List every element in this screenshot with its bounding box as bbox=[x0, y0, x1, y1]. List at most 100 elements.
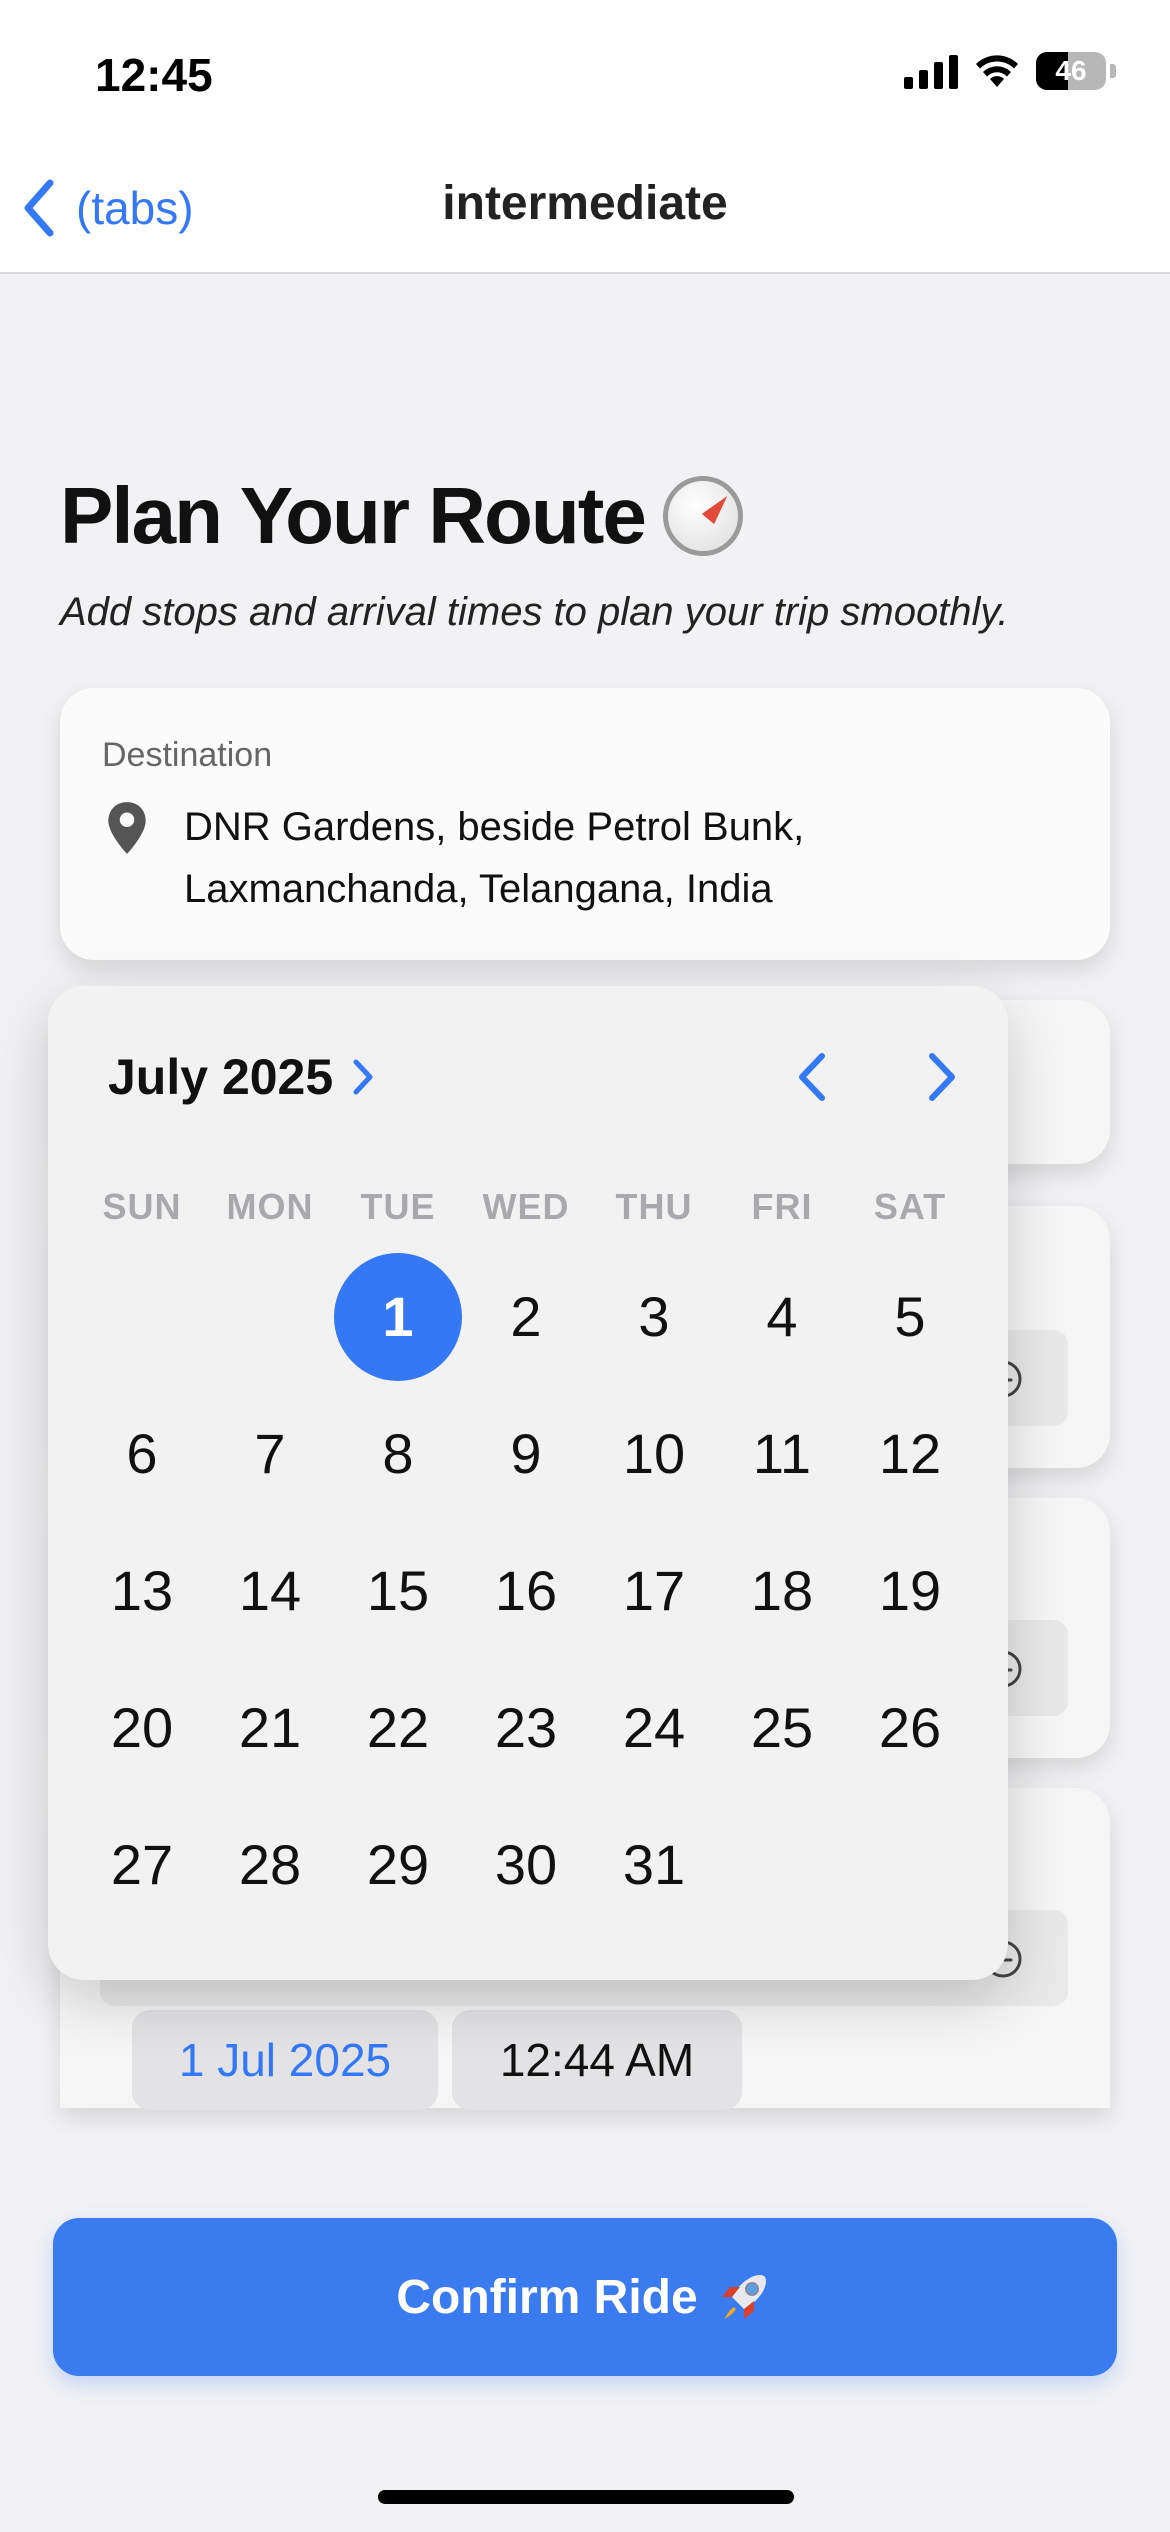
weekday-label: SAT bbox=[873, 1186, 947, 1227]
calendar-day[interactable]: 11 bbox=[718, 1385, 846, 1522]
calendar-day[interactable]: 25 bbox=[718, 1659, 846, 1796]
calendar-day[interactable]: 26 bbox=[846, 1659, 974, 1796]
weekday-label: THU bbox=[615, 1186, 693, 1227]
calendar-day[interactable]: 4 bbox=[718, 1248, 846, 1385]
empty-day-cell bbox=[78, 1248, 206, 1385]
calendar-day-number: 27 bbox=[110, 1833, 174, 1896]
calendar-day-number: 30 bbox=[494, 1833, 558, 1896]
calendar-day[interactable]: 3 bbox=[590, 1248, 718, 1385]
calendar-day[interactable]: 18 bbox=[718, 1522, 846, 1659]
calendar-day[interactable]: 29 bbox=[334, 1796, 462, 1933]
calendar-day[interactable]: 16 bbox=[462, 1522, 590, 1659]
calendar-day-number: 2 bbox=[510, 1285, 542, 1348]
chevron-left-icon bbox=[799, 1053, 825, 1101]
calendar-day[interactable]: 19 bbox=[846, 1522, 974, 1659]
wifi-icon bbox=[976, 55, 1018, 87]
calendar-day[interactable]: 21 bbox=[206, 1659, 334, 1796]
calendar-day-number: 29 bbox=[366, 1833, 430, 1896]
rocket-icon bbox=[721, 2275, 766, 2319]
calendar-day[interactable]: 22 bbox=[334, 1659, 462, 1796]
battery-level: 46 bbox=[1055, 55, 1087, 86]
calendar-day-number: 16 bbox=[494, 1559, 558, 1622]
calendar-day[interactable]: 20 bbox=[78, 1659, 206, 1796]
confirm-ride-label: Confirm Ride bbox=[396, 2270, 698, 2324]
calendar-day[interactable]: 24 bbox=[590, 1659, 718, 1796]
calendar-day[interactable]: 2 bbox=[462, 1248, 590, 1385]
month-year-selector[interactable]: July 2025 bbox=[108, 1048, 375, 1106]
weekday-label: WED bbox=[482, 1186, 570, 1227]
calendar-day[interactable]: 1 bbox=[334, 1248, 462, 1385]
compass-icon bbox=[662, 476, 743, 556]
confirm-ride-button[interactable]: Confirm Ride bbox=[53, 2218, 1117, 2376]
calendar-day-number: 7 bbox=[254, 1422, 286, 1485]
calendar-day[interactable]: 13 bbox=[78, 1522, 206, 1659]
month-label: July 2025 bbox=[108, 1049, 334, 1105]
calendar-day[interactable]: 27 bbox=[78, 1796, 206, 1933]
home-indicator bbox=[378, 2490, 794, 2504]
battery-cap bbox=[1110, 64, 1116, 78]
cellular-signal-icon bbox=[904, 53, 958, 89]
calendar-day[interactable]: 7 bbox=[206, 1385, 334, 1522]
destination-card[interactable]: Destination DNR Gardens, beside Petrol B… bbox=[60, 688, 1110, 960]
calendar-day[interactable]: 23 bbox=[462, 1659, 590, 1796]
calendar-day-number: 3 bbox=[638, 1285, 670, 1348]
empty-day-cell bbox=[206, 1248, 334, 1385]
status-time: 12:45 bbox=[95, 49, 213, 101]
calendar-day-number: 23 bbox=[494, 1696, 558, 1759]
calendar-day-number: 21 bbox=[238, 1696, 302, 1759]
destination-label: Destination bbox=[102, 736, 273, 774]
previous-month-button[interactable] bbox=[778, 1042, 848, 1112]
calendar-day-number: 20 bbox=[110, 1696, 174, 1759]
calendar-day-number: 31 bbox=[622, 1833, 686, 1896]
calendar-day[interactable]: 10 bbox=[590, 1385, 718, 1522]
date-picker-chip[interactable]: 1 Jul 2025 bbox=[132, 2010, 438, 2110]
calendar-day-number: 17 bbox=[622, 1559, 686, 1622]
calendar-day[interactable]: 30 bbox=[462, 1796, 590, 1933]
calendar-day[interactable]: 15 bbox=[334, 1522, 462, 1659]
calendar-day-number: 5 bbox=[894, 1285, 926, 1348]
status-bar: 12:45 46 bbox=[0, 0, 1170, 150]
calendar-days-grid: 1 2 3 4 5 6 7 8 9 10 11 12 13 14 15 16 17 18 19 20 21 22 23 24 2… bbox=[78, 1248, 974, 1933]
location-pin-icon bbox=[108, 802, 146, 854]
calendar-day[interactable]: 6 bbox=[78, 1385, 206, 1522]
destination-value: DNR Gardens, beside Petrol Bunk, Laxmanc… bbox=[184, 805, 805, 911]
calendar-day-number: 1 bbox=[334, 1252, 462, 1381]
calendar-day-number: 25 bbox=[750, 1696, 814, 1759]
chevron-right-icon bbox=[353, 1059, 373, 1095]
calendar-day[interactable]: 12 bbox=[846, 1385, 974, 1522]
weekday-label: TUE bbox=[360, 1186, 436, 1227]
calendar-day[interactable]: 9 bbox=[462, 1385, 590, 1522]
calendar-day[interactable]: 8 bbox=[334, 1385, 462, 1522]
calendar-day-number: 18 bbox=[750, 1559, 814, 1622]
calendar-day-number: 10 bbox=[622, 1422, 686, 1485]
chevron-right-icon bbox=[929, 1053, 955, 1101]
chevron-left-icon bbox=[24, 179, 54, 237]
weekday-label: SUN bbox=[102, 1186, 182, 1227]
back-button-label: (tabs) bbox=[76, 182, 194, 234]
battery-icon: 46 bbox=[1036, 52, 1106, 90]
page-title: Plan Your Route bbox=[60, 470, 743, 562]
calendar-popover: July 2025 SUN MON TUE WED THU FRI SAT 12345678… bbox=[48, 986, 1008, 1980]
status-icons: 46 bbox=[904, 52, 1116, 90]
time-picker-chip[interactable]: 12:44 AM bbox=[452, 2010, 742, 2110]
calendar-day-number: 26 bbox=[878, 1696, 942, 1759]
page-subtitle: Add stops and arrival times to plan your… bbox=[60, 590, 1009, 634]
calendar-day-number: 9 bbox=[510, 1422, 542, 1485]
calendar-day-number: 14 bbox=[238, 1559, 302, 1622]
calendar-day[interactable]: 14 bbox=[206, 1522, 334, 1659]
calendar-day[interactable]: 5 bbox=[846, 1248, 974, 1385]
calendar-day-number: 8 bbox=[382, 1422, 414, 1485]
next-month-button[interactable] bbox=[906, 1042, 976, 1112]
calendar-day-number: 15 bbox=[366, 1559, 430, 1622]
calendar-day-number: 12 bbox=[878, 1422, 942, 1485]
page-title-text: Plan Your Route bbox=[60, 471, 647, 560]
calendar-day[interactable]: 17 bbox=[590, 1522, 718, 1659]
calendar-day-number: 11 bbox=[752, 1422, 812, 1485]
calendar-day-number: 4 bbox=[766, 1285, 798, 1348]
calendar-day[interactable]: 31 bbox=[590, 1796, 718, 1933]
calendar-day[interactable]: 28 bbox=[206, 1796, 334, 1933]
back-button[interactable]: (tabs) bbox=[22, 176, 194, 240]
calendar-day-number: 28 bbox=[238, 1833, 302, 1896]
calendar-day-number: 22 bbox=[366, 1696, 430, 1759]
calendar-day-number: 24 bbox=[622, 1696, 686, 1759]
